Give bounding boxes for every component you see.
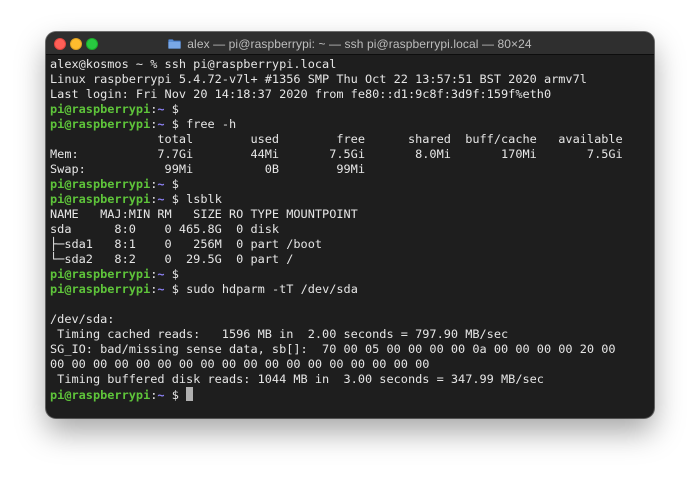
- text-cursor: [186, 387, 194, 401]
- prompt-symbol: $: [164, 102, 187, 116]
- prompt-line: pi@raspberrypi:~ $: [50, 267, 646, 282]
- window-title: alex — pi@raspberrypi: ~ — ssh pi@raspbe…: [187, 36, 532, 51]
- prompt-line: pi@raspberrypi:~ $ free -h: [50, 117, 646, 132]
- prompt-symbol: $: [164, 388, 187, 402]
- terminal-line: └─sda2 8:2 0 29.5G 0 part /: [50, 252, 294, 266]
- prompt-user: pi@raspberrypi: [50, 388, 151, 402]
- prompt-line: pi@raspberrypi:~ $: [50, 102, 646, 117]
- terminal-line: SG_IO: bad/missing sense data, sb[]: 70 …: [50, 342, 616, 356]
- terminal-scrollbar[interactable]: [646, 56, 654, 418]
- prompt-path: ~: [157, 282, 165, 296]
- prompt-line: pi@raspberrypi:~ $: [50, 177, 646, 192]
- terminal-line: Mem: 7.7Gi 44Mi 7.5Gi 8.0Mi 170Mi 7.5Gi: [50, 147, 623, 161]
- command-text: sudo hdparm -tT /dev/sda: [186, 282, 358, 296]
- prompt-path: ~: [157, 192, 165, 206]
- terminal-output[interactable]: alex@kosmos ~ % ssh pi@raspberrypi.local…: [46, 56, 646, 418]
- prompt-path: ~: [157, 267, 165, 281]
- terminal-line: Timing cached reads: 1596 MB in 2.00 sec…: [50, 327, 509, 341]
- terminal-line: total used free shared buff/cache availa…: [50, 132, 623, 146]
- prompt-line: pi@raspberrypi:~ $: [50, 387, 646, 402]
- terminal-line: NAME MAJ:MIN RM SIZE RO TYPE MOUNTPOINT: [50, 207, 358, 221]
- prompt-path: ~: [157, 388, 165, 402]
- prompt-user: pi@raspberrypi: [50, 102, 151, 116]
- command-text: free -h: [186, 117, 237, 131]
- prompt-user: pi@raspberrypi: [50, 192, 151, 206]
- prompt-symbol: $: [164, 192, 187, 206]
- command-text: lsblk: [186, 192, 222, 206]
- prompt-path: ~: [157, 102, 165, 116]
- prompt-line: pi@raspberrypi:~ $ sudo hdparm -tT /dev/…: [50, 282, 646, 297]
- terminal-line: Timing buffered disk reads: 1044 MB in 3…: [50, 372, 544, 386]
- terminal-line: ├─sda1 8:1 0 256M 0 part /boot: [50, 237, 323, 251]
- title-bar[interactable]: alex — pi@raspberrypi: ~ — ssh pi@raspbe…: [46, 32, 654, 55]
- terminal-line: sda 8:0 0 465.8G 0 disk: [50, 222, 280, 236]
- prompt-user: pi@raspberrypi: [50, 177, 151, 191]
- terminal-line: alex@kosmos ~ % ssh pi@raspberrypi.local: [50, 57, 337, 71]
- prompt-line: pi@raspberrypi:~ $ lsblk: [50, 192, 646, 207]
- prompt-symbol: $: [164, 117, 187, 131]
- prompt-symbol: $: [164, 267, 187, 281]
- prompt-user: pi@raspberrypi: [50, 117, 151, 131]
- terminal-line: Linux raspberrypi 5.4.72-v7l+ #1356 SMP …: [50, 72, 587, 86]
- terminal-line: 00 00 00 00 00 00 00 00 00 00 00 00 00 0…: [50, 357, 430, 371]
- prompt-path: ~: [157, 117, 165, 131]
- prompt-symbol: $: [164, 282, 187, 296]
- terminal-line: Last login: Fri Nov 20 14:18:37 2020 fro…: [50, 87, 552, 101]
- window-title-group: alex — pi@raspberrypi: ~ — ssh pi@raspbe…: [46, 32, 654, 55]
- terminal-line: /dev/sda:: [50, 312, 115, 326]
- prompt-user: pi@raspberrypi: [50, 267, 151, 281]
- prompt-symbol: $: [164, 177, 187, 191]
- prompt-user: pi@raspberrypi: [50, 282, 151, 296]
- folder-icon: [168, 38, 182, 49]
- terminal-line: Swap: 99Mi 0B 99Mi: [50, 162, 365, 176]
- prompt-path: ~: [157, 177, 165, 191]
- terminal-window: alex — pi@raspberrypi: ~ — ssh pi@raspbe…: [46, 32, 654, 418]
